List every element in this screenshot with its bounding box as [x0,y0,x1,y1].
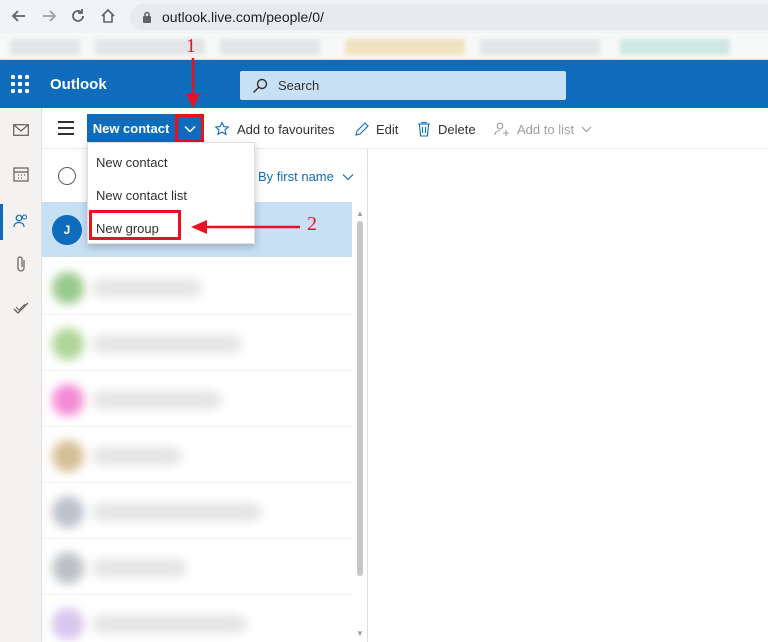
calendar-icon[interactable] [11,164,31,184]
list-item[interactable] [42,595,352,642]
sort-dropdown[interactable]: By first name [258,169,354,184]
menu-item-new-contact-list[interactable]: New contact list [96,185,187,205]
browser-toolbar: outlook.live.com/people/0/ [0,0,768,33]
star-icon [214,121,230,137]
add-to-list-button[interactable]: Add to list [494,119,592,139]
avatar [52,496,84,528]
active-module-indicator [0,204,3,240]
add-to-favourites-label: Add to favourites [237,121,335,137]
list-item[interactable] [42,427,352,483]
lock-icon [142,11,152,23]
chevron-down-icon [183,125,196,133]
new-contact-button[interactable]: New contact [87,114,175,143]
blurred-bookmark[interactable] [345,39,465,55]
select-all-checkbox[interactable] [58,167,76,185]
app-header: Outlook Search [0,60,768,108]
app-launcher-icon[interactable] [11,75,29,93]
blurred-bookmark[interactable] [10,39,80,55]
new-contact-dropdown-menu: New contact New contact list New group [87,142,255,244]
add-to-favourites-button[interactable]: Add to favourites [214,119,335,139]
chevron-down-icon [342,173,354,181]
list-item[interactable] [42,371,352,427]
home-icon[interactable] [97,5,119,27]
chevron-down-icon [581,126,592,133]
blurred-name [92,559,187,577]
reading-pane [369,149,768,642]
avatar: J [52,215,82,245]
search-box[interactable]: Search [240,71,566,100]
forward-arrow-icon[interactable] [38,5,60,27]
blurred-name [92,615,247,633]
delete-label: Delete [438,121,476,137]
app-name[interactable]: Outlook [50,76,107,93]
blurred-bookmark[interactable] [620,39,730,55]
bookmarks-bar [0,33,768,60]
back-arrow-icon[interactable] [8,5,30,27]
search-placeholder: Search [278,78,320,93]
people-icon[interactable] [11,211,31,231]
hamburger-menu-icon[interactable] [58,121,74,135]
avatar [52,440,84,472]
avatar [52,328,84,360]
scrollbar-thumb[interactable] [357,221,363,576]
url-text: outlook.live.com/people/0/ [162,9,324,25]
list-item[interactable] [42,483,352,539]
todo-check-icon[interactable] [11,298,31,318]
list-item[interactable] [42,259,352,315]
mail-icon[interactable] [11,120,31,140]
blurred-name [92,391,222,409]
avatar [52,384,84,416]
annotation-step-2: 2 [307,213,317,235]
blurred-bookmark[interactable] [480,39,600,55]
add-people-icon [494,121,510,137]
trash-icon [417,121,431,137]
blurred-name [92,503,262,521]
blurred-name [92,335,242,353]
address-bar[interactable]: outlook.live.com/people/0/ [130,4,768,30]
edit-label: Edit [376,121,399,137]
reload-icon[interactable] [67,5,89,27]
search-icon [252,78,268,94]
scroll-down-arrow[interactable]: ▼ [356,629,364,638]
new-contact-dropdown-toggle[interactable] [175,114,204,143]
list-item[interactable] [42,315,352,371]
module-rail [0,108,42,642]
blurred-name [92,447,182,465]
attachment-icon[interactable] [11,254,31,274]
edit-button[interactable]: Edit [354,119,398,139]
pencil-icon [354,121,369,137]
delete-button[interactable]: Delete [417,119,476,139]
sort-label: By first name [258,169,334,184]
annotation-step-1: 1 [186,35,196,57]
blurred-bookmark[interactable] [220,39,320,55]
menu-item-new-contact[interactable]: New contact [96,152,168,172]
avatar [52,608,84,640]
highlight-box [89,210,181,240]
avatar [52,552,84,584]
scroll-up-arrow[interactable]: ▲ [356,209,364,218]
list-item[interactable] [42,539,352,595]
avatar [52,272,84,304]
add-to-list-label: Add to list [517,121,575,137]
blurred-name [92,279,202,297]
